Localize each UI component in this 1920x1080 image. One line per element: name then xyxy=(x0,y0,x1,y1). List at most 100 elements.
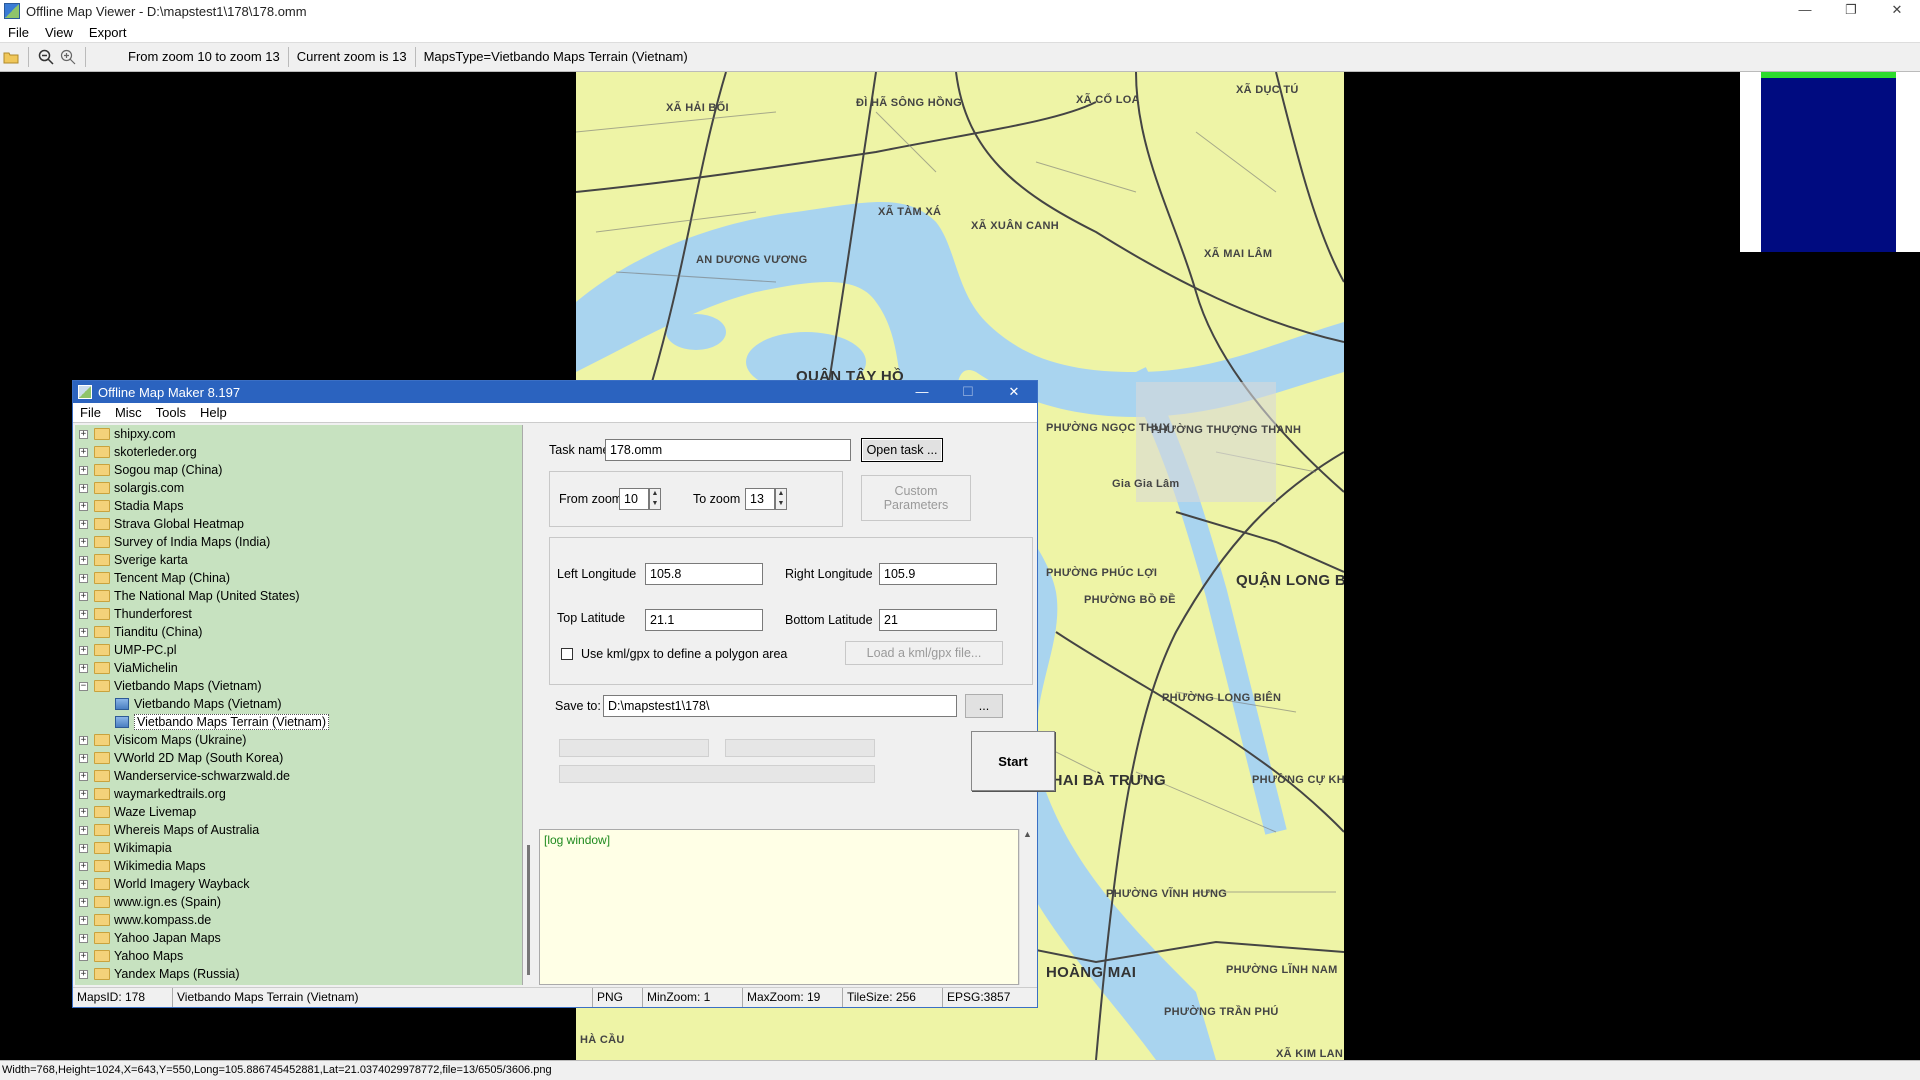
tree-expander-icon[interactable]: + xyxy=(79,501,88,511)
tree-expander-icon[interactable]: + xyxy=(79,591,88,601)
start-button[interactable]: Start xyxy=(971,731,1055,791)
tree-expander-icon[interactable]: + xyxy=(79,933,88,943)
tree-child-item[interactable]: Vietbando Maps Terrain (Vietnam) xyxy=(75,713,522,731)
tree-expander-icon[interactable]: + xyxy=(79,483,88,493)
tree-folder-item[interactable]: + World Imagery Wayback xyxy=(75,875,522,893)
tree-folder-item[interactable]: + www.ign.es (Spain) xyxy=(75,893,522,911)
tree-folder-item[interactable]: + Wanderservice-schwarzwald.de xyxy=(75,767,522,785)
log-scrollbar[interactable]: ▲ xyxy=(1019,829,1035,985)
tree-expander-icon[interactable]: + xyxy=(79,753,88,763)
tree-folder-item[interactable]: + Yahoo Maps xyxy=(75,947,522,965)
dialog-menu-help[interactable]: Help xyxy=(193,405,234,420)
tree-scrollbar[interactable] xyxy=(523,425,537,985)
dialog-maximize-icon[interactable]: ☐ xyxy=(945,381,991,403)
dialog-minimize-icon[interactable]: — xyxy=(899,381,945,403)
tree-expander-icon[interactable]: + xyxy=(79,951,88,961)
tree-scrollbar-thumb[interactable] xyxy=(527,845,530,975)
to-zoom-spinner[interactable]: ▲ ▼ xyxy=(775,488,787,510)
tree-expander-icon[interactable]: + xyxy=(79,789,88,799)
right-longitude-input[interactable]: 105.9 xyxy=(879,563,997,585)
tree-expander-icon[interactable]: + xyxy=(79,897,88,907)
tree-folder-item[interactable]: + Visicom Maps (Ukraine) xyxy=(75,731,522,749)
tree-expander-icon[interactable]: + xyxy=(79,555,88,565)
menu-view[interactable]: View xyxy=(37,25,81,40)
menu-export[interactable]: Export xyxy=(81,25,135,40)
tree-expander-icon[interactable]: + xyxy=(79,861,88,871)
from-zoom-input[interactable]: 10 xyxy=(619,488,649,510)
tree-expander-icon[interactable]: + xyxy=(79,519,88,529)
tree-folder-item[interactable]: + waymarkedtrails.org xyxy=(75,785,522,803)
dialog-close-icon[interactable]: ✕ xyxy=(991,381,1037,403)
load-kml-button[interactable]: Load a kml/gpx file... xyxy=(845,641,1003,665)
tree-expander-icon[interactable]: + xyxy=(79,447,88,457)
tree-expander-icon[interactable]: + xyxy=(79,969,88,979)
tree-folder-item[interactable]: + Tencent Map (China) xyxy=(75,569,522,587)
tree-folder-item[interactable]: + Survey of India Maps (India) xyxy=(75,533,522,551)
zoom-out-icon[interactable] xyxy=(35,46,57,68)
tree-folder-item[interactable]: + VWorld 2D Map (South Korea) xyxy=(75,749,522,767)
map-label: XÃ CỔ LOA xyxy=(1076,94,1140,106)
tree-folder-item[interactable]: + Sverige karta xyxy=(75,551,522,569)
tree-folder-item[interactable]: + solargis.com xyxy=(75,479,522,497)
tree-expander-icon[interactable]: + xyxy=(79,843,88,853)
tree-expander-icon[interactable]: + xyxy=(79,879,88,889)
close-icon[interactable]: ✕ xyxy=(1874,0,1920,22)
tree-folder-item[interactable]: + Stadia Maps xyxy=(75,497,522,515)
tree-child-item[interactable]: Vietbando Maps (Vietnam) xyxy=(75,695,522,713)
tree-expander-icon[interactable]: + xyxy=(79,663,88,673)
tree-folder-item[interactable]: + www.kompass.de xyxy=(75,911,522,929)
tree-folder-item[interactable]: + UMP-PC.pl xyxy=(75,641,522,659)
tree-expander-icon[interactable]: + xyxy=(79,429,88,439)
custom-parameters-button[interactable]: Custom Parameters xyxy=(861,475,971,521)
tree-folder-item[interactable]: + Yandex Maps (Russia) xyxy=(75,965,522,983)
tree-folder-item[interactable]: + ViaMichelin xyxy=(75,659,522,677)
tree-expander-icon[interactable]: + xyxy=(79,609,88,619)
tree-folder-item[interactable]: + shipxy.com xyxy=(75,425,522,443)
log-window[interactable]: [log window] xyxy=(539,829,1019,985)
tree-expander-icon[interactable]: + xyxy=(79,537,88,547)
tree-expander-icon[interactable]: + xyxy=(79,573,88,583)
tree-expander-icon[interactable]: + xyxy=(79,735,88,745)
tree-folder-item[interactable]: + Thunderforest xyxy=(75,605,522,623)
tree-folder-item[interactable]: + Yahoo Japan Maps xyxy=(75,929,522,947)
to-zoom-input[interactable]: 13 xyxy=(745,488,775,510)
menu-file[interactable]: File xyxy=(0,25,37,40)
tree-expander-icon[interactable]: + xyxy=(79,645,88,655)
tree-folder-item[interactable]: + Strava Global Heatmap xyxy=(75,515,522,533)
tree-folder-item[interactable]: + Tianditu (China) xyxy=(75,623,522,641)
task-name-input[interactable]: 178.omm xyxy=(605,439,851,461)
tree-folder-item[interactable]: − Vietbando Maps (Vietnam) xyxy=(75,677,522,695)
tree-expander-icon[interactable]: + xyxy=(79,807,88,817)
tree-folder-item[interactable]: + Wikimedia Maps xyxy=(75,857,522,875)
tree-folder-item[interactable]: + Waze Livemap xyxy=(75,803,522,821)
dialog-menu-file[interactable]: File xyxy=(73,405,108,420)
overview-minimap[interactable] xyxy=(1740,72,1920,252)
zoom-in-icon[interactable] xyxy=(57,46,79,68)
bottom-latitude-input[interactable]: 21 xyxy=(879,609,997,631)
tree-expander-icon[interactable]: + xyxy=(79,771,88,781)
tree-expander-icon[interactable]: + xyxy=(79,465,88,475)
tree-folder-item[interactable]: + Whereis Maps of Australia xyxy=(75,821,522,839)
tree-expander-icon[interactable]: − xyxy=(79,681,88,691)
tree-expander-icon[interactable]: + xyxy=(79,825,88,835)
save-to-input[interactable]: D:\mapstest1\178\ xyxy=(603,695,957,717)
scroll-up-arrow-icon[interactable]: ▲ xyxy=(1023,829,1032,839)
tree-folder-item[interactable]: + Sogou map (China) xyxy=(75,461,522,479)
browse-folder-button[interactable]: ... xyxy=(965,694,1003,718)
dialog-menu-misc[interactable]: Misc xyxy=(108,405,149,420)
left-longitude-input[interactable]: 105.8 xyxy=(645,563,763,585)
tree-expander-icon[interactable]: + xyxy=(79,915,88,925)
map-source-tree[interactable]: + shipxy.com + skoterleder.org + Sogou map (C… xyxy=(75,425,523,985)
tree-folder-item[interactable]: + skoterleder.org xyxy=(75,443,522,461)
from-zoom-spinner[interactable]: ▲ ▼ xyxy=(649,488,661,510)
dialog-menu-tools[interactable]: Tools xyxy=(149,405,193,420)
open-task-button[interactable]: Open task ... xyxy=(861,438,943,462)
top-latitude-input[interactable]: 21.1 xyxy=(645,609,763,631)
tree-folder-item[interactable]: + Wikimapia xyxy=(75,839,522,857)
tree-expander-icon[interactable]: + xyxy=(79,627,88,637)
open-folder-icon[interactable] xyxy=(0,46,22,68)
tree-folder-item[interactable]: + The National Map (United States) xyxy=(75,587,522,605)
maximize-icon[interactable]: ❐ xyxy=(1828,0,1874,22)
kml-polygon-checkbox[interactable] xyxy=(561,648,573,660)
minimize-icon[interactable]: — xyxy=(1782,0,1828,22)
